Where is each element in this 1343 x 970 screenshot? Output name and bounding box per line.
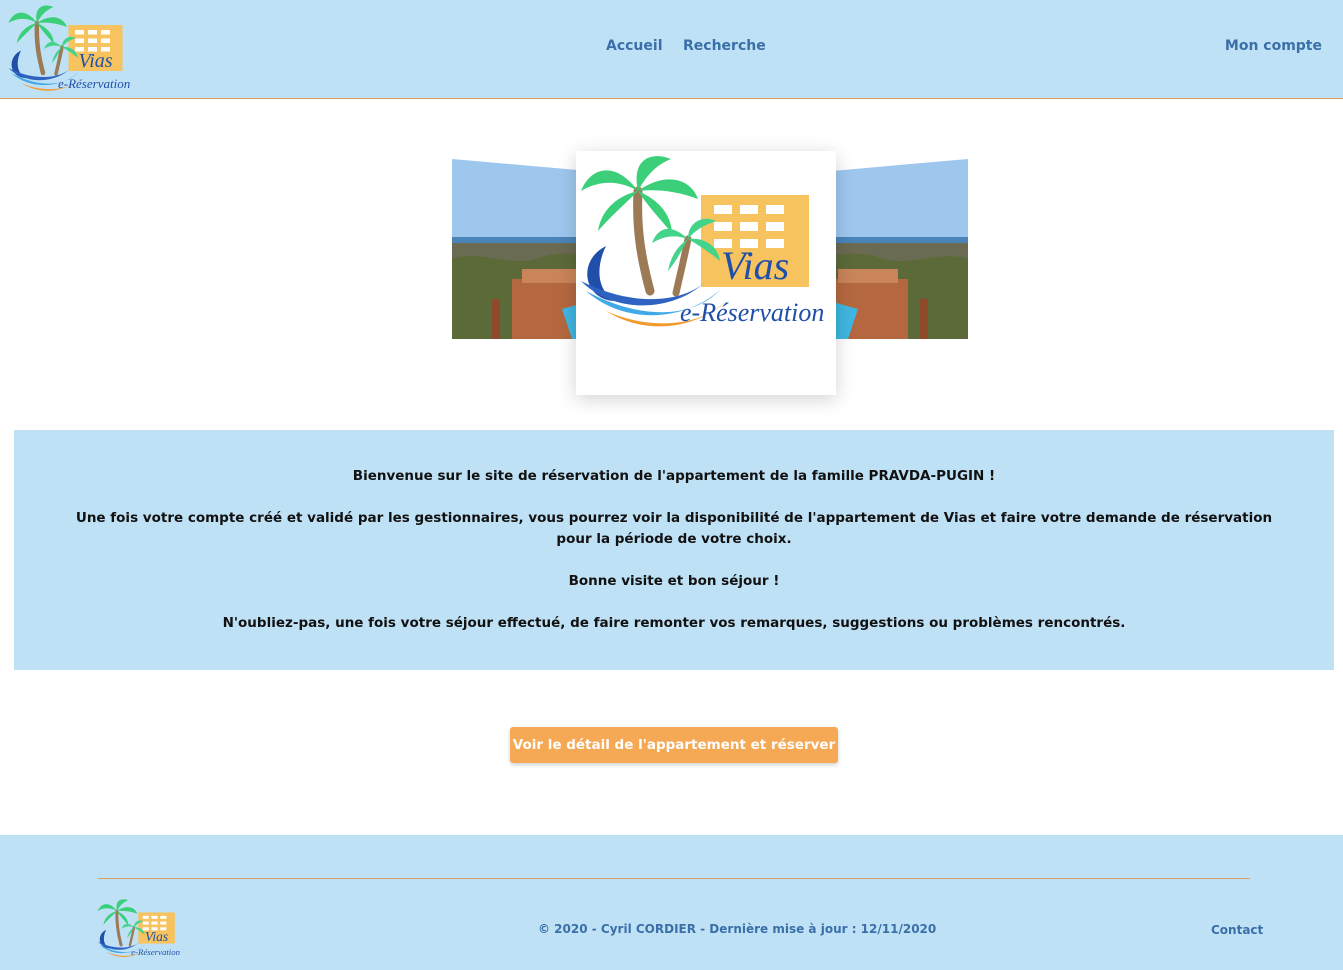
welcome-feedback-note: N'oubliez-pas, une fois votre séjour eff… (222, 615, 1126, 631)
copyright-text: © 2020 - Cyril CORDIER - Dernière mise à… (538, 922, 937, 936)
site-footer: © 2020 - Cyril CORDIER - Dernière mise à… (0, 835, 1343, 970)
site-logo[interactable] (6, 3, 136, 93)
footer-divider (98, 878, 1250, 879)
nav-link-search[interactable]: Recherche (683, 38, 766, 54)
carousel-slide-center[interactable] (576, 151, 836, 395)
nav-link-home[interactable]: Accueil (606, 38, 663, 54)
welcome-message-box: Bienvenue sur le site de réservation de … (14, 430, 1334, 670)
vias-logo-image (576, 151, 836, 331)
welcome-heading: Bienvenue sur le site de réservation de … (352, 468, 996, 484)
photo-carousel[interactable] (440, 145, 980, 405)
welcome-instructions: Une fois votre compte créé et validé par… (75, 510, 1273, 547)
nav-link-account[interactable]: Mon compte (1225, 38, 1322, 54)
welcome-greeting: Bonne visite et bon séjour ! (568, 573, 780, 589)
vias-palm-tree-building-logo-icon (96, 897, 184, 959)
view-apartment-and-book-button[interactable]: Voir le détail de l'appartement et réser… (510, 727, 838, 763)
vias-palm-tree-building-logo-icon (6, 3, 136, 93)
top-navigation-bar: Accueil Recherche Mon compte (0, 0, 1343, 99)
footer-contact-link[interactable]: Contact (1211, 923, 1263, 937)
footer-logo[interactable] (96, 897, 184, 959)
